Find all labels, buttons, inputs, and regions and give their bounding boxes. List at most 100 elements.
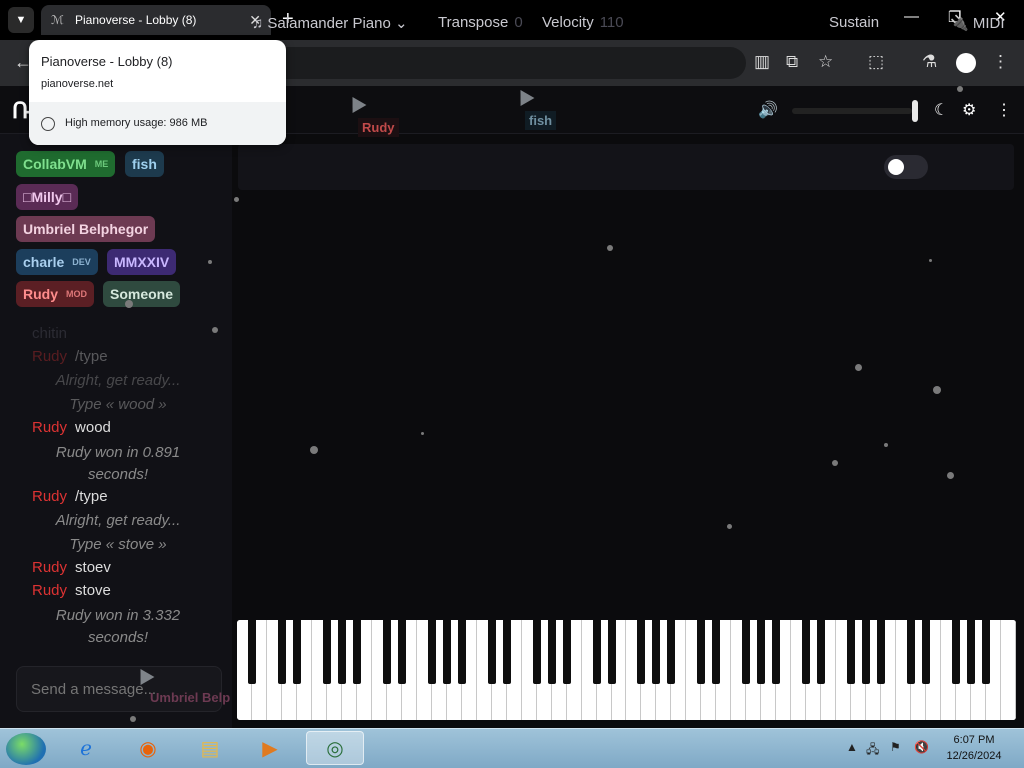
start-button-icon[interactable] [6, 733, 46, 765]
sustain-label: Sustain [829, 14, 880, 31]
user-chip-mmxxiv[interactable]: MMXXIV [107, 249, 177, 275]
piano-black-key[interactable] [802, 620, 811, 684]
instrument-select[interactable]: ♫ Salamander Piano ⌄ [252, 14, 408, 32]
transpose-value: 0 [514, 14, 523, 31]
volume-muted-icon[interactable]: 🔇 [914, 740, 929, 754]
firefox-icon[interactable]: ◉ [128, 731, 168, 765]
action-center-flag-icon[interactable]: ⚑ [890, 740, 901, 754]
piano-black-key[interactable] [862, 620, 871, 684]
piano-black-key[interactable] [922, 620, 931, 684]
chevron-down-icon: ▼ [15, 14, 27, 26]
internet-explorer-icon[interactable]: ℯ [66, 731, 106, 765]
piano-black-key[interactable] [352, 620, 361, 684]
chat-system-message: Type « stove » [69, 536, 167, 553]
transpose-label: Transpose [438, 14, 509, 31]
piano-black-key[interactable] [442, 620, 451, 684]
install-app-icon[interactable]: ⧉ [786, 52, 798, 72]
chat-text: stove [75, 582, 111, 599]
bookmark-star-icon[interactable]: ☆ [818, 52, 833, 72]
user-chip-collabvm[interactable]: CollabVM ME [16, 151, 116, 177]
volume-slider[interactable] [792, 108, 912, 114]
chat-system-message: Rudy won in 0.891 seconds! [55, 444, 181, 483]
minimize-icon[interactable]: — [904, 8, 919, 25]
chat-author: Rudy [32, 582, 68, 599]
user-chip-milly[interactable]: □Milly□ [16, 184, 79, 210]
music-note-icon: ♫ [252, 15, 268, 32]
piano-keyboard[interactable] [237, 620, 1016, 720]
network-icon[interactable]: 🖧 [866, 740, 879, 761]
piano-black-key[interactable] [952, 620, 961, 684]
site-favicon-icon: ℳ [51, 13, 64, 27]
piano-black-key[interactable] [502, 620, 511, 684]
browser-tab[interactable]: ℳ Pianoverse - Lobby (8) ✕ [41, 5, 271, 35]
piano-black-key[interactable] [277, 620, 286, 684]
chat-author: Rudy [32, 559, 68, 576]
piano-black-key[interactable] [982, 620, 991, 684]
piano-black-key[interactable] [487, 620, 496, 684]
instrument-name: Salamander Piano [267, 15, 391, 32]
file-explorer-icon[interactable]: ▤ [190, 731, 230, 765]
piano-black-key[interactable] [652, 620, 661, 684]
sustain-toggle[interactable] [884, 155, 928, 179]
piano-black-key[interactable] [712, 620, 721, 684]
reading-mode-icon[interactable]: ▥ [754, 52, 770, 72]
piano-black-key[interactable] [457, 620, 466, 684]
piano-black-key[interactable] [427, 620, 436, 684]
piano-black-key[interactable] [562, 620, 571, 684]
chrome-taskbar-icon[interactable]: ◎ [306, 731, 364, 765]
transpose-control[interactable]: Transpose 0 [438, 14, 523, 31]
user-chip-fish[interactable]: fish [125, 151, 164, 177]
user-name: Rudy [23, 286, 58, 302]
memory-gauge-icon [41, 117, 55, 131]
browser-menu-icon[interactable]: ⋮ [992, 52, 1009, 72]
piano-black-key[interactable] [742, 620, 751, 684]
midi-button[interactable]: 🔌 MIDI [950, 14, 1005, 32]
piano-black-key[interactable] [247, 620, 256, 684]
velocity-control[interactable]: Velocity 110 [542, 14, 624, 31]
chat-message-faded: chitin [32, 325, 68, 342]
piano-white-key[interactable] [1001, 620, 1016, 720]
piano-black-key[interactable] [757, 620, 766, 684]
chat-message: Rudy stoev [32, 559, 111, 576]
piano-black-key[interactable] [967, 620, 976, 684]
user-chip-someone[interactable]: Someone [103, 281, 181, 307]
piano-black-key[interactable] [697, 620, 706, 684]
piano-black-key[interactable] [772, 620, 781, 684]
chat-system-message: Type « wood » [69, 396, 167, 413]
system-clock[interactable]: 6:07 PM 12/26/2024 [936, 732, 1012, 764]
piano-black-key[interactable] [847, 620, 856, 684]
piano-black-key[interactable] [877, 620, 886, 684]
tray-arrow-icon[interactable]: ▲ [846, 740, 858, 754]
labs-flask-icon[interactable]: ⚗ [922, 52, 937, 72]
piano-black-key[interactable] [592, 620, 601, 684]
piano-black-key[interactable] [397, 620, 406, 684]
volume-slider-handle[interactable] [912, 100, 918, 122]
piano-black-key[interactable] [292, 620, 301, 684]
settings-gear-icon[interactable]: ⚙ [962, 100, 976, 120]
piano-black-key[interactable] [667, 620, 676, 684]
media-player-icon[interactable]: ▶ [250, 731, 290, 765]
profile-avatar-icon[interactable] [956, 53, 976, 73]
user-chip-charle[interactable]: charle DEV [16, 249, 98, 275]
chat-message: Rudy stove [32, 582, 111, 599]
piano-black-key[interactable] [907, 620, 916, 684]
volume-icon[interactable]: 🔊 [758, 100, 778, 120]
app-menu-icon[interactable]: ⋮ [996, 100, 1012, 120]
user-name: Someone [110, 286, 174, 302]
extensions-icon[interactable]: ⬚ [868, 52, 884, 72]
chat-author: Rudy [32, 348, 68, 365]
piano-black-key[interactable] [817, 620, 826, 684]
dark-mode-moon-icon[interactable]: ☾ [934, 100, 948, 120]
piano-black-key[interactable] [322, 620, 331, 684]
chat-message: Rudy/type [32, 348, 108, 365]
piano-black-key[interactable] [547, 620, 556, 684]
cursor-label-rudy: Rudy [358, 118, 399, 137]
piano-black-key[interactable] [607, 620, 616, 684]
piano-black-key[interactable] [337, 620, 346, 684]
piano-black-key[interactable] [532, 620, 541, 684]
user-chip-rudy[interactable]: Rudy MOD [16, 281, 94, 307]
piano-black-key[interactable] [637, 620, 646, 684]
piano-black-key[interactable] [382, 620, 391, 684]
tab-search-button[interactable]: ▼ [8, 7, 34, 33]
user-chip-umbriel[interactable]: Umbriel Belphegor [16, 216, 156, 242]
